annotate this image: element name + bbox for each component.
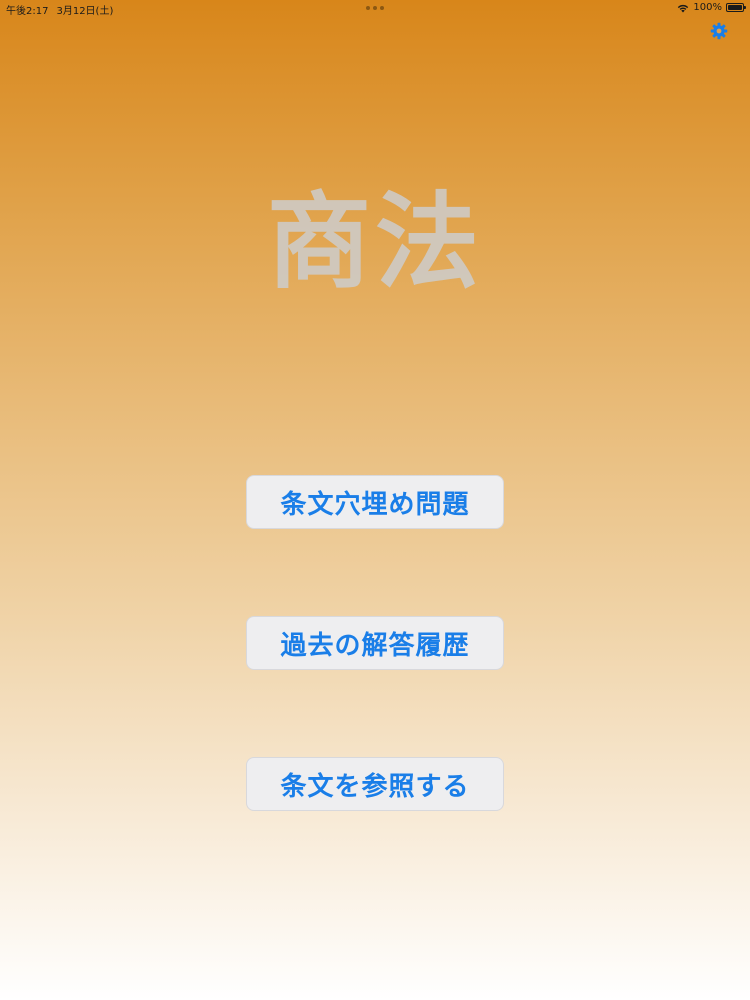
answer-history-button[interactable]: 過去の解答履歴	[246, 616, 504, 670]
status-left: 午後2:17 3月12日(土)	[6, 2, 113, 17]
status-time: 午後2:17	[6, 6, 49, 17]
status-bar: 午後2:17 3月12日(土) 100%	[0, 0, 750, 18]
dot	[380, 6, 384, 10]
battery-percent: 100%	[693, 2, 722, 13]
status-right: 100%	[677, 2, 746, 13]
article-reference-button[interactable]: 条文を参照する	[246, 757, 504, 811]
battery-fill	[728, 5, 742, 10]
status-date: 3月12日(土)	[56, 6, 114, 17]
gear-icon	[710, 22, 728, 40]
multitask-dots[interactable]	[366, 6, 384, 10]
settings-button[interactable]	[710, 22, 728, 40]
wifi-icon	[678, 4, 689, 12]
dot	[373, 6, 377, 10]
page-title: 商法	[266, 180, 483, 303]
battery-icon	[726, 3, 746, 12]
battery-tip	[744, 6, 746, 9]
dot	[366, 6, 370, 10]
blank-fill-quiz-button[interactable]: 条文穴埋め問題	[246, 475, 504, 529]
